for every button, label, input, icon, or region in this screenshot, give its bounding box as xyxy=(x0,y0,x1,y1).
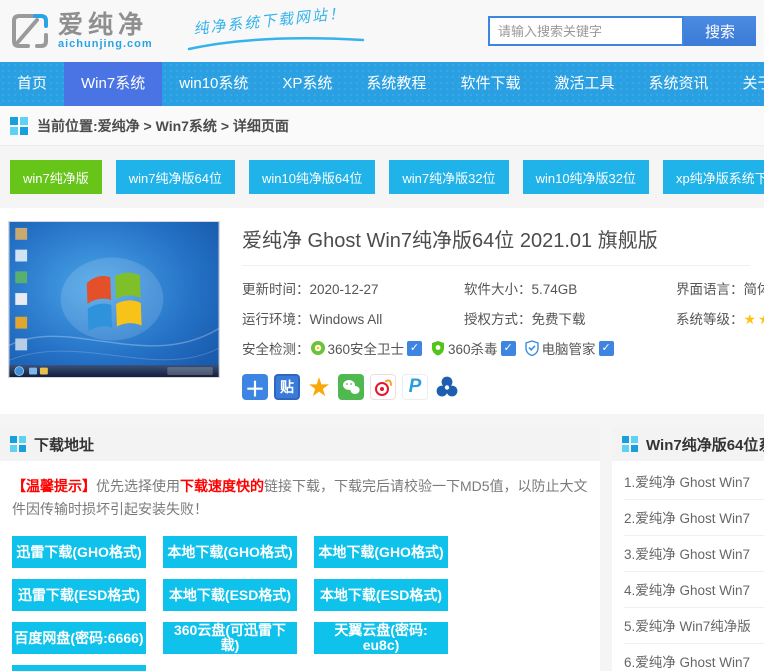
nav-item-tutorials[interactable]: 系统教程 xyxy=(349,62,443,106)
download-body: 【温馨提示】优先选择使用下载速度快的链接下载，下载完后请校验一下MD5值，以防止… xyxy=(0,461,600,671)
brand-domain: aichunjing.com xyxy=(58,38,153,50)
download-button-local-gho-3[interactable]: 本地下载(GHO格式) xyxy=(12,665,146,671)
search-bar: 搜索 xyxy=(488,16,756,46)
download-notice: 【温馨提示】优先选择使用下载速度快的链接下载，下载完后请校验一下MD5值，以防止… xyxy=(12,478,588,518)
tag-win10-64[interactable]: win10纯净版64位 xyxy=(248,160,376,194)
article-panel: 爱纯净 Ghost Win7纯净版64位 2021.01 旗舰版 更新时间：20… xyxy=(0,208,764,414)
win7-desktop-thumbnail[interactable] xyxy=(8,221,220,378)
sidebar-header: Win7纯净版64位系统 xyxy=(612,427,764,461)
security-item-360av: 360杀毒 ✓ xyxy=(430,338,516,358)
main-nav: 首页 Win7系统 win10系统 XP系统 系统教程 软件下载 激活工具 系统… xyxy=(0,62,764,106)
sidebar-title: Win7纯净版64位系统 xyxy=(646,436,764,454)
search-button[interactable]: 搜索 xyxy=(684,16,756,46)
info-environment: 运行环境：Windows All xyxy=(242,312,383,327)
info-rating: 系统等级：★★★★★ xyxy=(676,308,764,328)
share-plus-icon[interactable]: ＋ xyxy=(242,374,268,401)
site-header: 爱纯净 aichunjing.com 纯净系统下载网站！ 搜索 xyxy=(0,0,764,62)
share-trefoil-icon[interactable] xyxy=(434,374,460,400)
download-button-thunder-esd[interactable]: 迅雷下载(ESD格式) xyxy=(12,579,146,612)
info-language: 界面语言：简体中文 xyxy=(676,282,764,297)
nav-item-software[interactable]: 软件下载 xyxy=(443,62,537,106)
download-button-local-gho-2[interactable]: 本地下载(GHO格式) xyxy=(314,536,448,569)
sidebar-list-item-3[interactable]: 3.爱纯净 Ghost Win7 xyxy=(624,536,764,572)
download-button-thunder-gho[interactable]: 迅雷下载(GHO格式) xyxy=(12,536,146,569)
info-update-time: 更新时间：2020-12-27 xyxy=(242,282,379,297)
share-p-icon[interactable]: P xyxy=(402,374,428,400)
download-button-baidu-pan[interactable]: 百度网盘(密码:6666) xyxy=(12,622,146,655)
logo-icon xyxy=(12,14,48,48)
pc-manager-icon xyxy=(524,340,539,356)
nav-item-xp[interactable]: XP系统 xyxy=(265,62,349,106)
grid-icon xyxy=(10,116,28,135)
nav-item-about[interactable]: 关于本站 xyxy=(725,62,764,106)
download-button-tianyi-cloud[interactable]: 天翼云盘(密码: eu8c) xyxy=(314,622,448,655)
breadcrumb: 当前位置:爱纯净 > Win7系统 > 详细页面 xyxy=(0,106,764,146)
download-button-local-esd-2[interactable]: 本地下载(ESD格式) xyxy=(314,579,448,612)
brand-name: 爱纯净 xyxy=(58,11,149,39)
search-input[interactable] xyxy=(488,16,684,46)
nav-item-home[interactable]: 首页 xyxy=(0,62,64,106)
download-button-local-gho-1[interactable]: 本地下载(GHO格式) xyxy=(163,536,297,569)
tag-win7-32[interactable]: win7纯净版32位 xyxy=(389,160,509,194)
sidebar-list-item-2[interactable]: 2.爱纯净 Ghost Win7 xyxy=(624,500,764,536)
grid-icon xyxy=(622,436,638,452)
page: 爱纯净 aichunjing.com 纯净系统下载网站！ 搜索 首页 Win7系… xyxy=(0,0,764,671)
bottom-area: 下载地址 【温馨提示】优先选择使用下载速度快的链接下载，下载完后请校验一下MD5… xyxy=(0,427,764,671)
security-check-row: 安全检测： 360安全卫士 ✓ 360杀毒 ✓ 电脑管家 ✓ xyxy=(242,338,750,358)
brand-text: 爱纯净 aichunjing.com xyxy=(58,12,153,50)
sidebar-list-item-4[interactable]: 4.爱纯净 Ghost Win7 xyxy=(624,572,764,608)
tag-win7-64[interactable]: win7纯净版64位 xyxy=(115,160,235,194)
360-safeguard-icon xyxy=(310,341,325,355)
download-title: 下载地址 xyxy=(34,436,95,454)
tag-win10-32[interactable]: win10纯净版32位 xyxy=(522,160,650,194)
sidebar: Win7纯净版64位系统 1.爱纯净 Ghost Win7 2.爱纯净 Ghos… xyxy=(612,427,764,671)
site-logo[interactable]: 爱纯净 aichunjing.com xyxy=(8,10,153,52)
360-antivirus-icon xyxy=(432,341,445,356)
nav-item-activation[interactable]: 激活工具 xyxy=(537,62,631,106)
security-label: 安全检测： xyxy=(242,342,310,357)
breadcrumb-text[interactable]: 当前位置:爱纯净 > Win7系统 > 详细页面 xyxy=(37,116,289,136)
info-file-size: 软件大小：5.74GB xyxy=(464,282,578,297)
info-grid: 更新时间：2020-12-27 软件大小：5.74GB 界面语言：简体中文 运行… xyxy=(242,278,764,328)
weibo-icon[interactable] xyxy=(370,374,396,400)
download-header: 下载地址 xyxy=(0,427,600,461)
slogan-curve-icon xyxy=(187,37,364,51)
tag-xp[interactable]: xp纯净版系统下载 xyxy=(663,160,764,194)
sidebar-list-item-1[interactable]: 1.爱纯净 Ghost Win7 xyxy=(624,464,764,500)
wechat-icon[interactable] xyxy=(338,374,364,400)
nav-item-win10[interactable]: win10系统 xyxy=(162,62,265,106)
security-item-360guard: 360安全卫士 ✓ xyxy=(310,338,423,358)
share-row: ＋ 贴 ★ P xyxy=(242,372,750,402)
star-rating: ★★★★★ xyxy=(743,311,764,327)
check-icon: ✓ xyxy=(598,340,614,356)
qzone-star-icon[interactable]: ★ xyxy=(306,372,332,402)
download-panel: 下载地址 【温馨提示】优先选择使用下载速度快的链接下载，下载完后请校验一下MD5… xyxy=(0,427,600,671)
article-detail: 爱纯净 Ghost Win7纯净版64位 2021.01 旗舰版 更新时间：20… xyxy=(242,221,764,402)
check-icon: ✓ xyxy=(500,340,516,356)
nav-item-win7[interactable]: Win7系统 xyxy=(64,62,163,106)
sidebar-list: 1.爱纯净 Ghost Win7 2.爱纯净 Ghost Win7 3.爱纯净 … xyxy=(612,461,764,671)
info-license: 授权方式：免费下载 xyxy=(464,312,586,327)
sidebar-list-item-6[interactable]: 6.爱纯净 Ghost Win7 xyxy=(624,644,764,671)
download-button-local-esd-1[interactable]: 本地下载(ESD格式) xyxy=(163,579,297,612)
sidebar-list-item-5[interactable]: 5.爱纯净 Win7纯净版 xyxy=(624,608,764,644)
download-button-360-cloud[interactable]: 360云盘(可迅雷下载) xyxy=(163,622,297,655)
notice-tag: 【温馨提示】 xyxy=(12,478,96,494)
page-title: 爱纯净 Ghost Win7纯净版64位 2021.01 旗舰版 xyxy=(242,221,750,266)
notice-emphasis: 下载速度快的 xyxy=(180,478,264,494)
baidu-tieba-icon[interactable]: 贴 xyxy=(274,374,300,400)
security-item-pcmanager: 电脑管家 ✓ xyxy=(524,338,614,358)
tag-row: win7纯净版 win7纯净版64位 win10纯净版64位 win7纯净版32… xyxy=(0,146,764,208)
grid-icon xyxy=(10,436,26,452)
check-icon: ✓ xyxy=(407,340,423,356)
tag-win7-pure[interactable]: win7纯净版 xyxy=(10,160,102,194)
nav-item-news[interactable]: 系统资讯 xyxy=(631,62,725,106)
site-slogan: 纯净系统下载网站！ xyxy=(187,5,367,54)
download-buttons: 迅雷下载(GHO格式) 本地下载(GHO格式) 本地下载(GHO格式) 迅雷下载… xyxy=(12,536,588,671)
